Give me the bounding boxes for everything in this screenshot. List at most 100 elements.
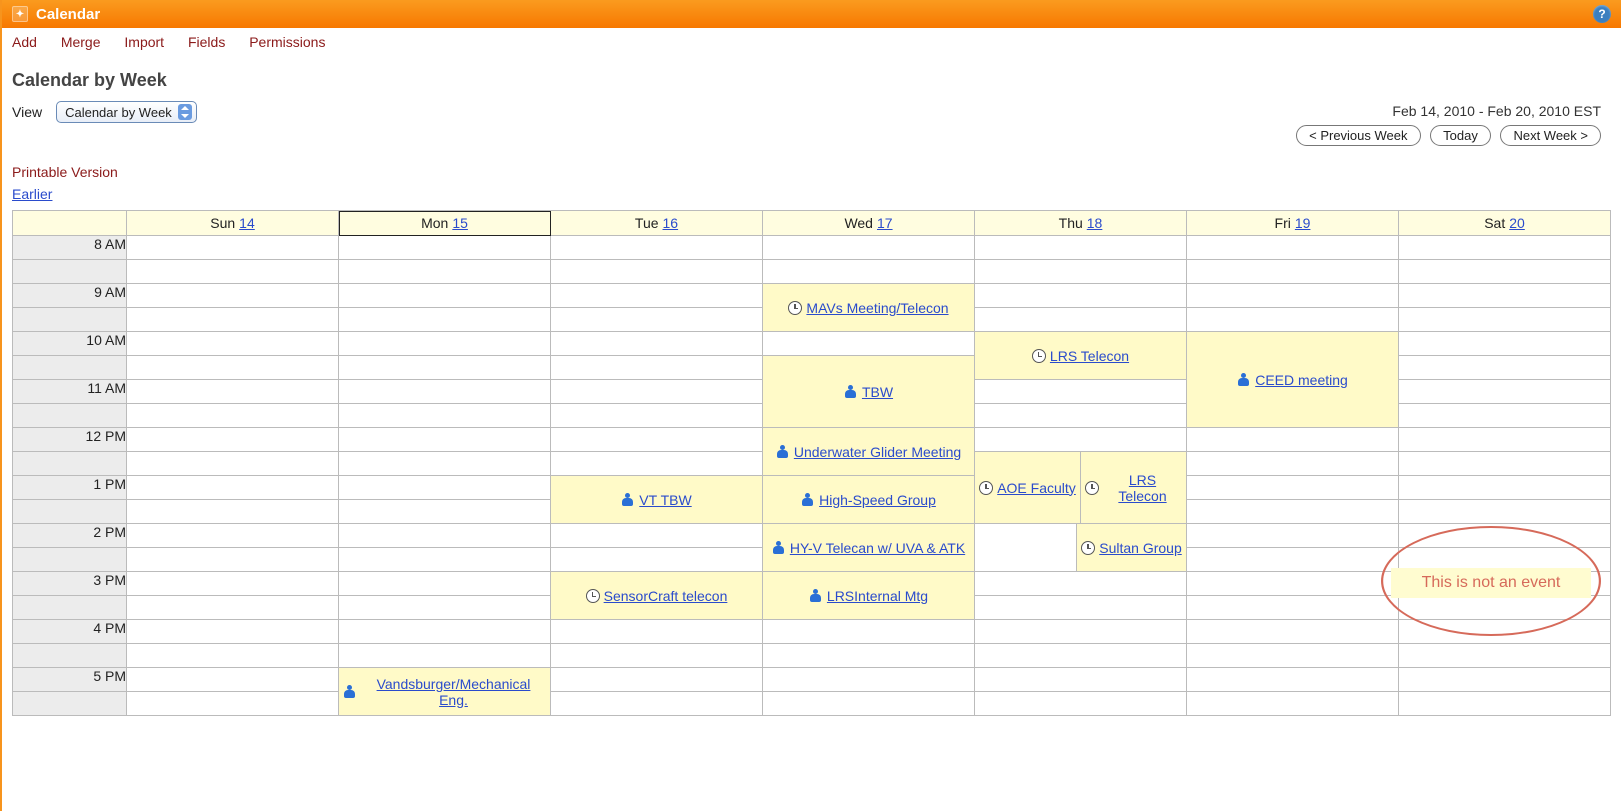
- calendar-cell[interactable]: [127, 476, 339, 500]
- calendar-cell[interactable]: [1187, 308, 1399, 332]
- calendar-cell[interactable]: [1187, 668, 1399, 692]
- menu-import[interactable]: Import: [124, 34, 164, 50]
- calendar-cell[interactable]: [339, 500, 551, 524]
- day-header-thu[interactable]: Thu18: [975, 211, 1187, 236]
- calendar-cell[interactable]: [975, 404, 1187, 428]
- event[interactable]: Sultan Group: [1077, 524, 1186, 571]
- calendar-cell[interactable]: [1187, 260, 1399, 284]
- calendar-cell[interactable]: [1399, 668, 1611, 692]
- calendar-cell[interactable]: [1399, 260, 1611, 284]
- calendar-cell[interactable]: MAVs Meeting/Telecon: [763, 284, 975, 332]
- calendar-cell[interactable]: [1187, 476, 1399, 500]
- day-header-tue[interactable]: Tue16: [551, 211, 763, 236]
- calendar-cell[interactable]: [551, 524, 763, 548]
- calendar-cell[interactable]: [339, 596, 551, 620]
- calendar-cell[interactable]: [763, 236, 975, 260]
- calendar-cell[interactable]: [127, 308, 339, 332]
- calendar-cell[interactable]: [1187, 428, 1399, 452]
- help-icon[interactable]: ?: [1593, 5, 1611, 23]
- calendar-cell[interactable]: [127, 548, 339, 572]
- calendar-cell[interactable]: [339, 236, 551, 260]
- calendar-cell[interactable]: [339, 476, 551, 500]
- calendar-cell[interactable]: [1187, 596, 1399, 620]
- calendar-cell[interactable]: [1399, 644, 1611, 668]
- calendar-cell[interactable]: [551, 332, 763, 356]
- menu-merge[interactable]: Merge: [61, 34, 101, 50]
- view-select[interactable]: Calendar by Week: [56, 101, 197, 123]
- calendar-cell[interactable]: LRS Telecon: [975, 332, 1187, 380]
- calendar-cell[interactable]: [1399, 596, 1611, 620]
- earlier-link[interactable]: Earlier: [12, 186, 52, 202]
- calendar-cell[interactable]: [975, 428, 1187, 452]
- calendar-cell[interactable]: [127, 524, 339, 548]
- calendar-cell[interactable]: Vandsburger/Mechanical Eng.: [339, 668, 551, 716]
- calendar-cell[interactable]: [975, 668, 1187, 692]
- event[interactable]: HY-V Telecan w/ UVA & ATK: [763, 524, 974, 571]
- calendar-cell[interactable]: [975, 260, 1187, 284]
- calendar-cell[interactable]: [763, 692, 975, 716]
- calendar-cell[interactable]: [339, 572, 551, 596]
- calendar-cell[interactable]: [975, 620, 1187, 644]
- calendar-cell[interactable]: [551, 284, 763, 308]
- calendar-cell[interactable]: [1399, 572, 1611, 596]
- event[interactable]: LRS Telecon: [1081, 452, 1186, 523]
- today-button[interactable]: Today: [1430, 125, 1491, 146]
- calendar-cell[interactable]: [127, 284, 339, 308]
- calendar-cell[interactable]: [551, 668, 763, 692]
- calendar-cell[interactable]: [551, 644, 763, 668]
- calendar-cell[interactable]: [1399, 380, 1611, 404]
- calendar-cell[interactable]: [1187, 284, 1399, 308]
- day-header-sun[interactable]: Sun14: [127, 211, 339, 236]
- calendar-cell[interactable]: [339, 452, 551, 476]
- calendar-cell[interactable]: [1399, 548, 1611, 572]
- calendar-cell[interactable]: [975, 380, 1187, 404]
- calendar-cell[interactable]: [339, 620, 551, 644]
- event[interactable]: LRS Telecon: [975, 332, 1186, 379]
- event[interactable]: VT TBW: [551, 476, 762, 523]
- calendar-cell[interactable]: VT TBW: [551, 476, 763, 524]
- calendar-cell[interactable]: [551, 620, 763, 644]
- calendar-cell[interactable]: [1187, 500, 1399, 524]
- calendar-cell[interactable]: [339, 524, 551, 548]
- calendar-cell[interactable]: [763, 260, 975, 284]
- calendar-cell[interactable]: [551, 452, 763, 476]
- calendar-cell[interactable]: [551, 428, 763, 452]
- calendar-cell[interactable]: [127, 572, 339, 596]
- calendar-cell[interactable]: [339, 332, 551, 356]
- event[interactable]: AOE Faculty: [975, 452, 1081, 523]
- calendar-cell[interactable]: [975, 284, 1187, 308]
- calendar-cell[interactable]: [975, 572, 1187, 596]
- event[interactable]: TBW: [763, 356, 974, 427]
- calendar-cell[interactable]: [1399, 284, 1611, 308]
- calendar-cell[interactable]: Underwater Glider Meeting: [763, 428, 975, 476]
- menu-permissions[interactable]: Permissions: [249, 34, 325, 50]
- calendar-cell[interactable]: [1399, 356, 1611, 380]
- prev-week-button[interactable]: < Previous Week: [1296, 125, 1420, 146]
- calendar-cell[interactable]: [339, 380, 551, 404]
- calendar-cell[interactable]: [551, 236, 763, 260]
- calendar-cell[interactable]: [339, 356, 551, 380]
- calendar-cell[interactable]: [763, 644, 975, 668]
- calendar-cell[interactable]: [1399, 404, 1611, 428]
- calendar-cell[interactable]: [127, 596, 339, 620]
- calendar-cell[interactable]: [127, 236, 339, 260]
- calendar-cell[interactable]: [127, 692, 339, 716]
- calendar-cell[interactable]: [1399, 692, 1611, 716]
- calendar-cell[interactable]: [1399, 476, 1611, 500]
- calendar-cell[interactable]: [339, 260, 551, 284]
- event[interactable]: MAVs Meeting/Telecon: [763, 284, 974, 331]
- event[interactable]: LRSInternal Mtg: [763, 572, 974, 619]
- calendar-cell[interactable]: [127, 620, 339, 644]
- event[interactable]: Underwater Glider Meeting: [763, 428, 974, 475]
- calendar-cell[interactable]: [1187, 572, 1399, 596]
- menu-add[interactable]: Add: [12, 34, 37, 50]
- calendar-cell[interactable]: [551, 356, 763, 380]
- calendar-cell[interactable]: [1187, 620, 1399, 644]
- calendar-cell[interactable]: [1399, 620, 1611, 644]
- calendar-cell[interactable]: [127, 452, 339, 476]
- event[interactable]: CEED meeting: [1187, 332, 1398, 427]
- calendar-cell[interactable]: [763, 620, 975, 644]
- calendar-cell[interactable]: [551, 308, 763, 332]
- calendar-cell[interactable]: [551, 380, 763, 404]
- calendar-cell[interactable]: [551, 404, 763, 428]
